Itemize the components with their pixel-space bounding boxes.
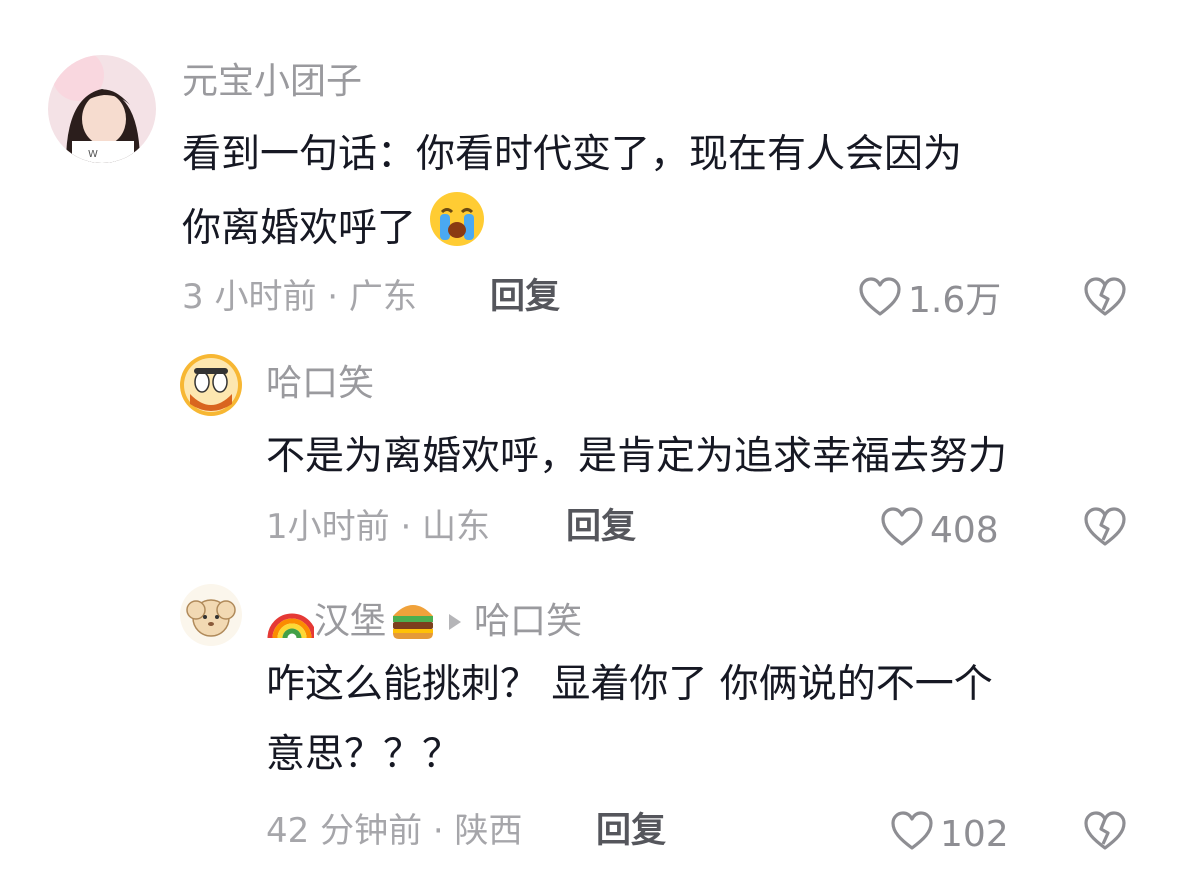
comment-text-line: 咋这么能挑刺？ 显着你了 你俩说的不一个 xyxy=(266,662,993,707)
like-count: 1.6万 xyxy=(908,279,1002,321)
dislike-button[interactable] xyxy=(1082,276,1128,322)
comment-meta: 1小时前 · 山东 xyxy=(266,507,491,547)
reply-item: 哈口笑 不是为离婚欢呼，是肯定为追求幸福去努力 1小时前 · 山东 回复 408 xyxy=(0,340,1179,570)
avatar[interactable]: W xyxy=(48,55,156,163)
avatar[interactable] xyxy=(180,584,242,646)
broken-heart-icon xyxy=(1082,811,1128,856)
reply-to-username[interactable]: 哈口笑 xyxy=(474,603,582,640)
comment-text-line-2: 你离婚欢呼了 xyxy=(182,206,417,251)
comment-item: W 元宝小团子 看到一句话：你看时代变了，现在有人会因为 你离婚欢呼了 3 小时… xyxy=(0,0,1179,340)
comment-username[interactable]: 汉堡 xyxy=(314,603,386,640)
comment-meta: 3 小时前 · 广东 xyxy=(182,277,417,317)
like-count: 408 xyxy=(930,509,999,551)
heart-outline-icon xyxy=(880,506,924,555)
comment-list: W 元宝小团子 看到一句话：你看时代变了，现在有人会因为 你离婚欢呼了 3 小时… xyxy=(0,0,1179,888)
comment-text: 咋这么能挑刺？ 显着你了 你俩说的不一个 意思？？？ xyxy=(266,650,1146,790)
comment-text-line: 看到一句话：你看时代变了，现在有人会因为 xyxy=(182,132,963,177)
comment-text-line: 不是为离婚欢呼，是肯定为追求幸福去努力 xyxy=(266,434,1008,479)
hamburger-emoji-icon xyxy=(390,596,436,647)
like-button[interactable]: 102 xyxy=(890,810,1009,859)
heart-outline-icon xyxy=(890,810,934,859)
dislike-button[interactable] xyxy=(1082,506,1128,552)
reply-header: 汉堡 哈口笑 xyxy=(266,596,582,647)
comment-text: 看到一句话：你看时代变了，现在有人会因为 你离婚欢呼了 xyxy=(182,120,1142,271)
broken-heart-icon xyxy=(1082,277,1128,322)
dislike-button[interactable] xyxy=(1082,810,1128,856)
reply-button[interactable]: 回复 xyxy=(596,814,666,849)
comment-text: 不是为离婚欢呼，是肯定为追求幸福去努力 xyxy=(266,422,1146,492)
reply-button[interactable]: 回复 xyxy=(566,510,636,545)
comment-meta: 42 分钟前 · 陕西 xyxy=(266,811,523,851)
like-count: 102 xyxy=(940,813,1009,855)
triangle-right-icon xyxy=(446,604,464,640)
comment-text-line: 意思？？？ xyxy=(266,732,462,777)
heart-outline-icon xyxy=(858,276,902,325)
like-button[interactable]: 1.6万 xyxy=(858,276,1001,325)
comment-username[interactable]: 哈口笑 xyxy=(266,366,374,402)
svg-text:W: W xyxy=(88,149,98,160)
comment-username[interactable]: 元宝小团子 xyxy=(182,64,362,100)
reply-button[interactable]: 回复 xyxy=(490,280,560,315)
reply-item: 汉堡 哈口笑 咋这么能挑刺？ 显着你了 你俩说的不一个 意思？？？ 42 分钟前… xyxy=(0,570,1179,888)
crying-face-emoji-icon xyxy=(428,190,486,271)
like-button[interactable]: 408 xyxy=(880,506,999,555)
comment-text-line: 你离婚欢呼了 xyxy=(182,190,1142,271)
avatar[interactable] xyxy=(180,354,242,416)
broken-heart-icon xyxy=(1082,507,1128,552)
rainbow-emoji-icon xyxy=(266,596,317,647)
